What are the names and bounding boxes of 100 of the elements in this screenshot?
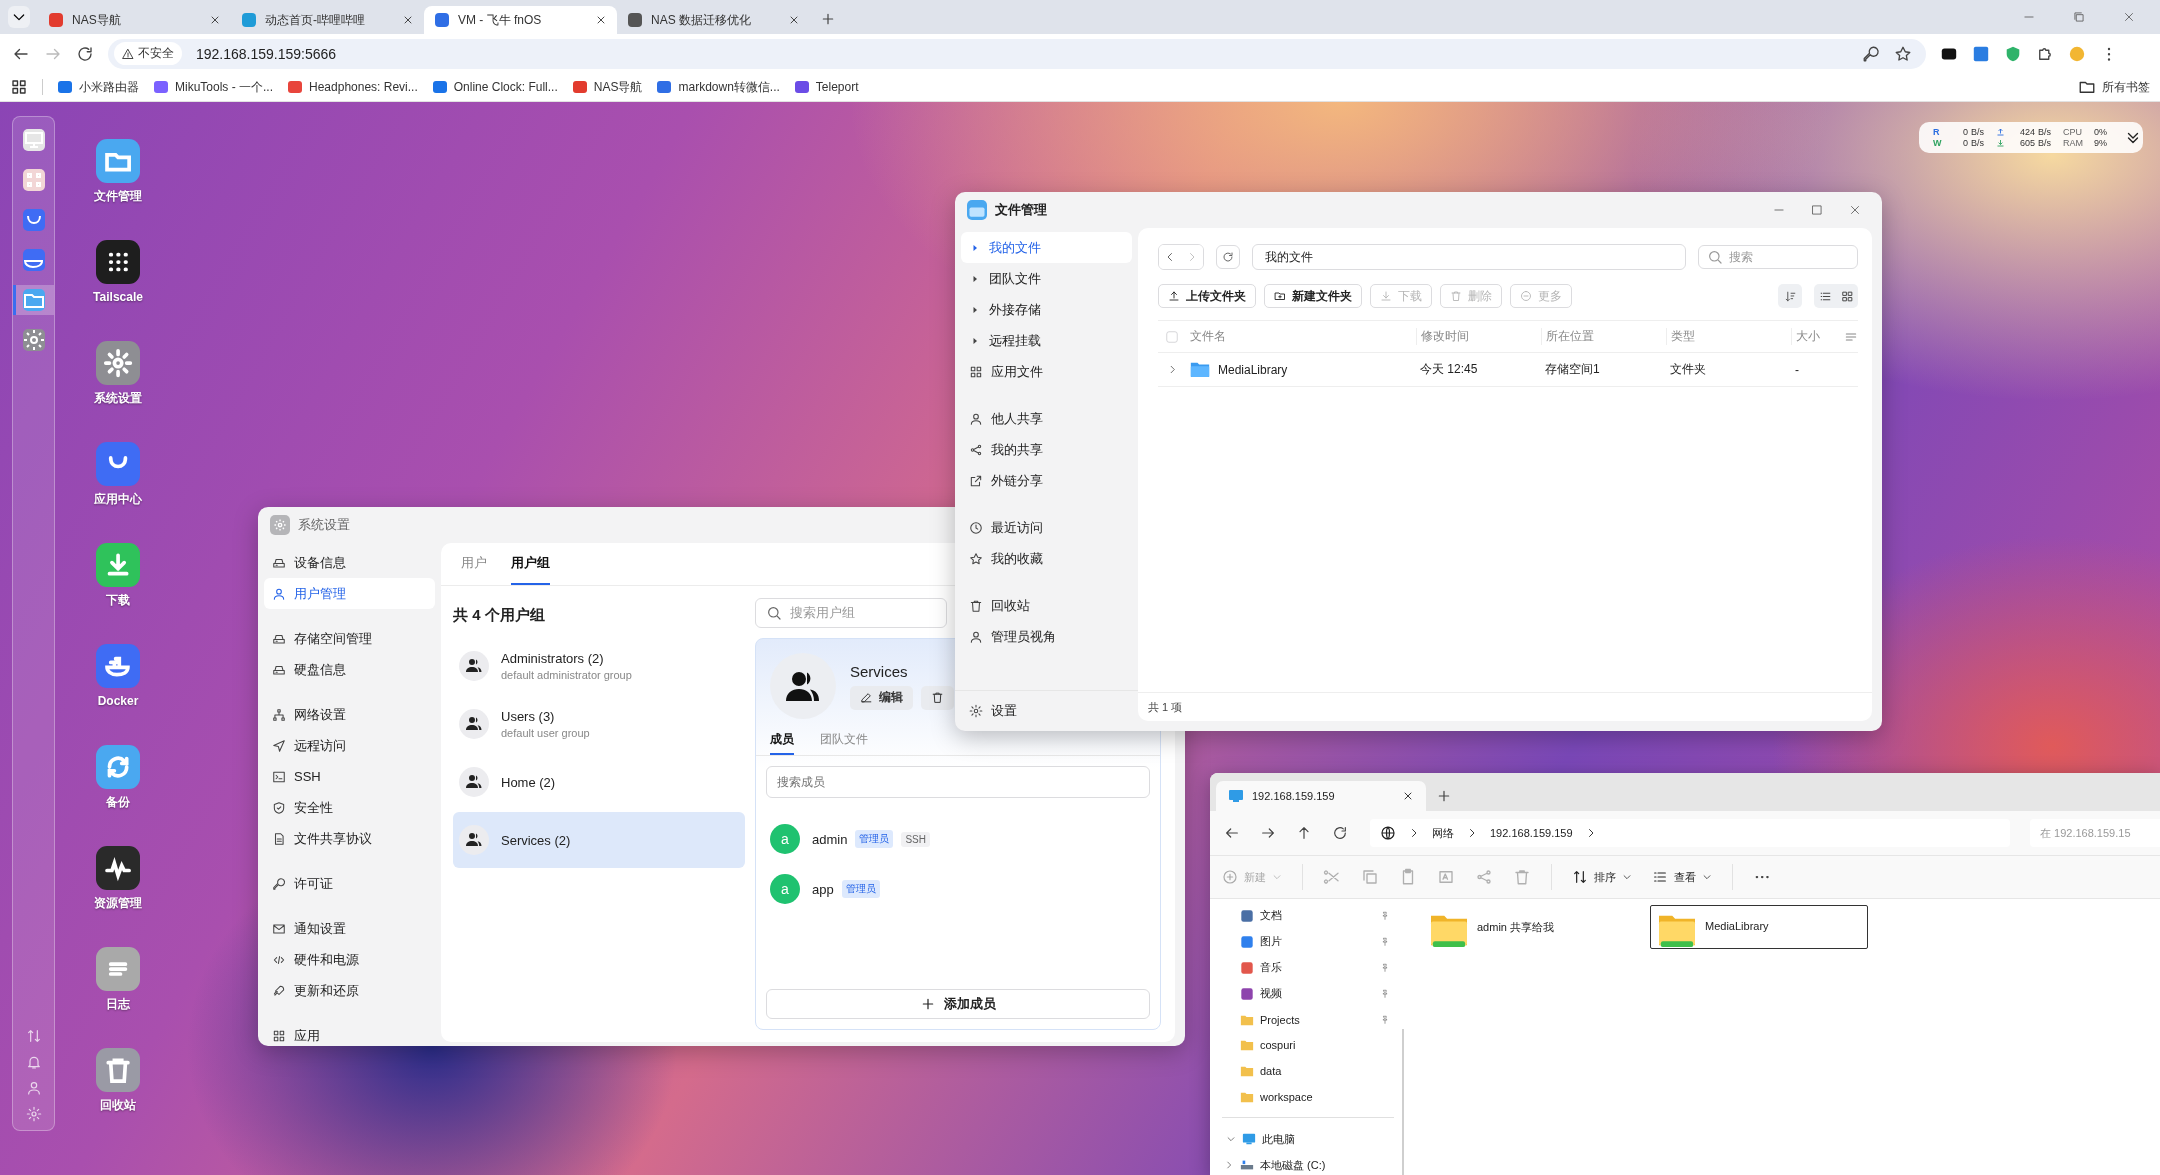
bookmark[interactable]: Online Clock: Full... — [431, 79, 558, 95]
sidebar-item[interactable]: 团队文件 — [961, 263, 1132, 294]
nav-item[interactable]: 文档 — [1222, 903, 1394, 929]
reload-icon[interactable] — [76, 44, 94, 63]
nav-item[interactable]: data — [1222, 1058, 1394, 1085]
desktop-shortcut[interactable]: 备份 — [96, 745, 140, 811]
sidebar-item[interactable]: 我的文件 — [961, 232, 1132, 263]
desktop-shortcut[interactable]: 应用中心 — [94, 442, 142, 508]
swap-icon[interactable] — [25, 1028, 42, 1044]
bookmark[interactable]: markdown转微信... — [656, 78, 780, 96]
bookmark[interactable]: MikuTools - 一个... — [153, 78, 273, 96]
settings-item[interactable]: 设置 — [955, 690, 1138, 731]
path-field[interactable]: 我的文件 — [1252, 244, 1686, 270]
close-icon[interactable] — [595, 14, 607, 26]
folder-item[interactable]: MediaLibrary — [1650, 905, 1868, 949]
folder-item[interactable]: admin 共享给我 — [1422, 905, 1640, 949]
sidebar-item[interactable]: 回收站 — [961, 590, 1132, 621]
nav-item[interactable]: 视频 — [1222, 980, 1394, 1007]
back-icon[interactable] — [1224, 825, 1240, 841]
refresh-button[interactable] — [1216, 245, 1240, 269]
desktop-shortcut[interactable]: 文件管理 — [94, 139, 142, 205]
toolbar-button[interactable]: 上传文件夹 — [1158, 284, 1256, 308]
settings-icon[interactable] — [25, 1106, 42, 1122]
desktop-shortcut[interactable]: 系统设置 — [94, 341, 142, 407]
sidebar-item[interactable]: 存储空间管理 — [264, 623, 435, 654]
key-icon[interactable] — [1862, 44, 1880, 63]
sidebar-item[interactable]: 设备信息 — [264, 547, 435, 578]
address-field[interactable]: 网络 192.168.159.159 — [1370, 819, 2010, 847]
sidebar-item[interactable]: 外链分享 — [961, 465, 1132, 496]
delete-button[interactable] — [921, 685, 954, 710]
bookmark[interactable]: 小米路由器 — [57, 78, 139, 96]
sidebar-item[interactable]: 应用文件 — [961, 356, 1132, 387]
all-bookmarks[interactable]: 所有书签 — [2078, 78, 2150, 96]
new-tab-icon[interactable] — [1436, 788, 1452, 804]
bookmark[interactable]: Teleport — [793, 79, 859, 95]
column-header[interactable]: 所在位置 — [1541, 328, 1666, 345]
sidebar-item[interactable]: SSH — [264, 761, 435, 792]
close-icon[interactable] — [402, 14, 414, 26]
close-icon[interactable] — [1402, 790, 1414, 802]
sort-button[interactable] — [1778, 284, 1802, 308]
column-header[interactable]: 大小 — [1791, 328, 1831, 345]
sidebar-item[interactable]: 硬件和电源 — [264, 944, 435, 975]
desktop-shortcut[interactable]: 日志 — [96, 947, 140, 1013]
nav-item[interactable]: workspace — [1222, 1084, 1394, 1111]
sidebar-item[interactable]: 硬盘信息 — [264, 654, 435, 685]
member-search-field[interactable]: 搜索成员 — [766, 766, 1150, 798]
user-icon[interactable] — [25, 1080, 42, 1096]
tab-search-button[interactable] — [8, 6, 30, 28]
sidebar-item[interactable]: 管理员视角 — [961, 621, 1132, 652]
bookmark[interactable]: NAS导航 — [571, 78, 643, 96]
column-header[interactable]: 类型 — [1666, 328, 1791, 345]
add-member-button[interactable]: 添加成员 — [766, 989, 1150, 1019]
sidebar-item[interactable]: 用户管理 — [264, 578, 435, 609]
sidebar-item[interactable]: 我的收藏 — [961, 543, 1132, 574]
column-header[interactable]: 文件名 — [1186, 328, 1416, 345]
column-header[interactable]: 修改时间 — [1416, 328, 1541, 345]
sidebar-item[interactable]: 更新和还原 — [264, 975, 435, 1006]
address-bar[interactable]: 不安全 192.168.159.159:5666 — [108, 38, 1926, 69]
security-chip[interactable]: 不安全 — [114, 42, 182, 65]
tab[interactable]: 团队文件 — [820, 725, 868, 755]
group-list-item[interactable]: Services (2) — [453, 812, 745, 868]
nav-item[interactable]: 图片 — [1222, 928, 1394, 955]
forward-icon[interactable] — [1260, 825, 1276, 841]
sidebar-item[interactable]: 外接存储 — [961, 294, 1132, 325]
explorer-tab[interactable]: 192.168.159.159 — [1216, 781, 1426, 811]
sidebar-item[interactable]: 远程访问 — [264, 730, 435, 761]
maximize-icon[interactable] — [1810, 203, 1824, 217]
restore-icon[interactable] — [2072, 10, 2086, 24]
browser-tab[interactable]: NAS导航 — [38, 6, 231, 34]
dock-item[interactable] — [13, 285, 54, 315]
toolbar-button[interactable]: 新建文件夹 — [1264, 284, 1362, 308]
sidebar-item[interactable]: 许可证 — [264, 868, 435, 899]
bell-icon[interactable] — [25, 1054, 42, 1070]
sidebar-item[interactable]: 文件共享协议 — [264, 823, 435, 854]
refresh-icon[interactable] — [1332, 825, 1348, 841]
sidebar-item[interactable]: 远程挂载 — [961, 325, 1132, 356]
nav-item[interactable]: cospuri — [1222, 1032, 1394, 1059]
nav-item[interactable]: Projects — [1222, 1006, 1394, 1033]
new-tab-icon[interactable] — [820, 11, 836, 27]
browser-tab[interactable]: VM - 飞牛 fnOS — [424, 6, 617, 34]
browser-tab[interactable]: NAS 数据迁移优化 — [617, 6, 810, 34]
group-list-item[interactable]: Users (3) default user group — [453, 696, 745, 752]
close-icon[interactable] — [209, 14, 221, 26]
sidebar-item[interactable]: 我的共享 — [961, 434, 1132, 465]
up-icon[interactable] — [1296, 825, 1312, 841]
sort-button[interactable]: 排序 — [1572, 869, 1632, 885]
sidebar-item[interactable]: 网络设置 — [264, 699, 435, 730]
desktop-shortcut[interactable]: 下载 — [96, 543, 140, 609]
edit-button[interactable]: 编辑 — [850, 685, 913, 710]
desktop-shortcut[interactable]: Docker — [96, 644, 140, 710]
sidebar-item[interactable]: 安全性 — [264, 792, 435, 823]
sidebar-item[interactable]: 应用 — [264, 1020, 435, 1046]
chevron-right-icon[interactable] — [1224, 1160, 1234, 1171]
select-all-checkbox[interactable] — [1166, 330, 1178, 343]
tab[interactable]: 成员 — [770, 725, 794, 755]
group-list-item[interactable]: Home (2) — [453, 754, 745, 810]
sidebar-item[interactable]: 他人共享 — [961, 403, 1132, 434]
shield-icon[interactable] — [2004, 44, 2022, 63]
browser-tab[interactable]: 动态首页-哔哩哔哩 — [231, 6, 424, 34]
nav-item[interactable]: 音乐 — [1222, 954, 1394, 981]
